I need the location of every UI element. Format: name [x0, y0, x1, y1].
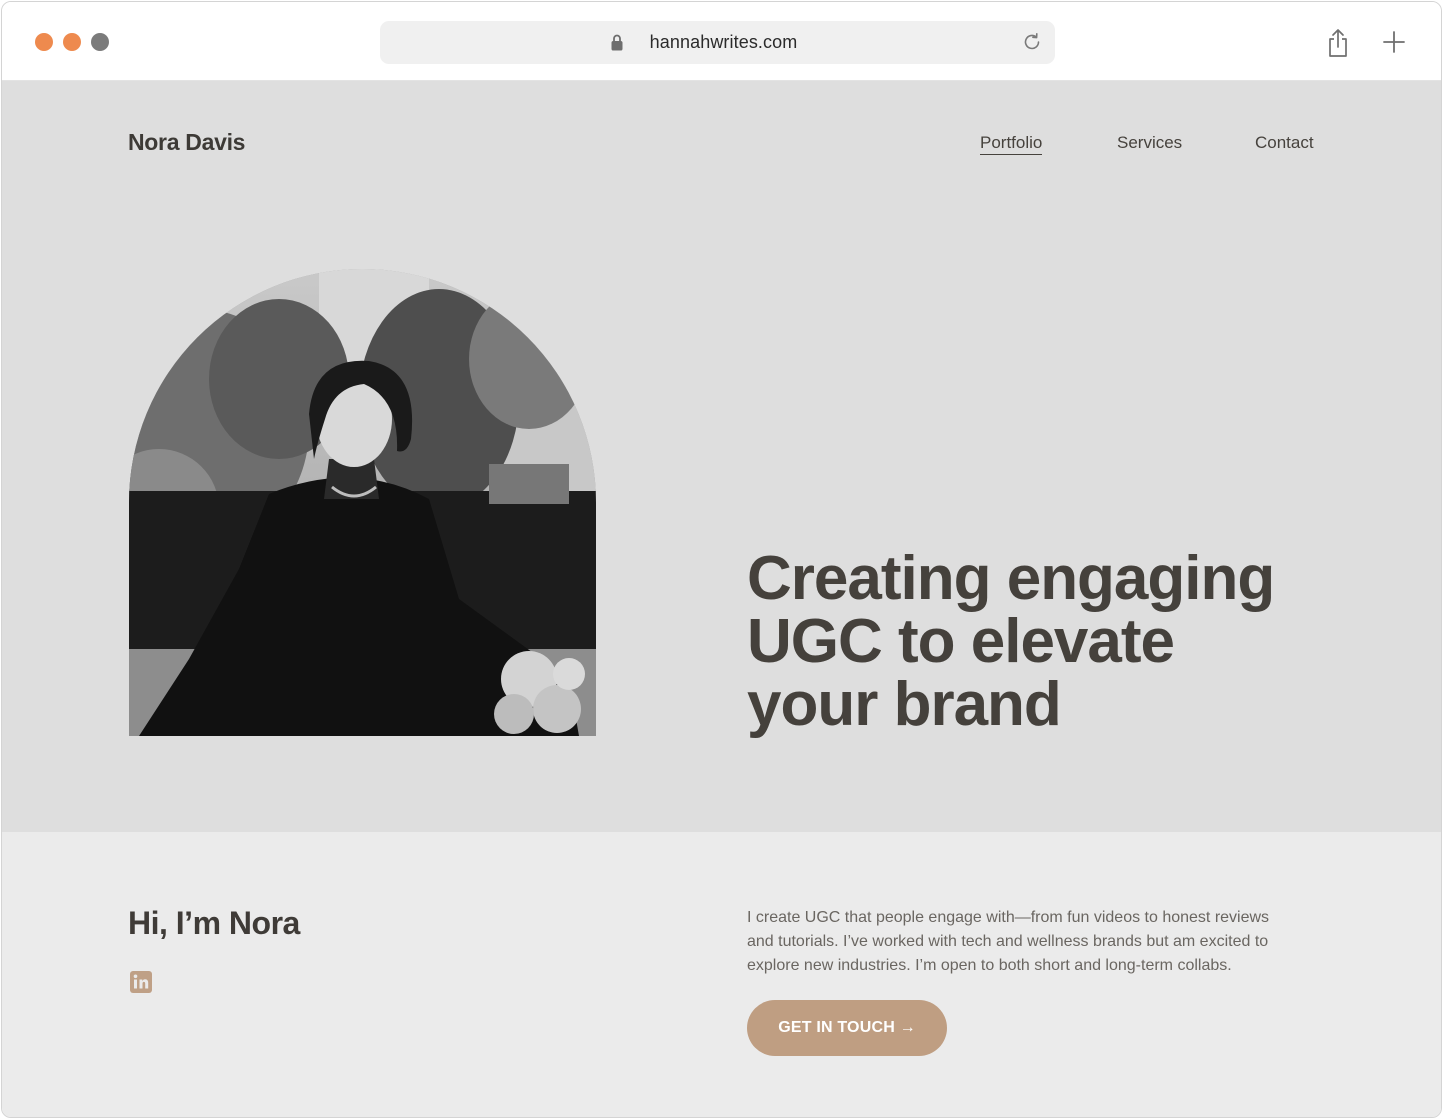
intro-description-line: I create UGC that people engage with—fro… — [747, 909, 1270, 926]
share-icon[interactable] — [1326, 28, 1350, 58]
address-bar[interactable]: hannahwrites.com — [380, 21, 1055, 64]
browser-window: hannahwrites.com Nora Davis Portfolio Se… — [1, 1, 1442, 1118]
hero-headline-line: UGC to elevate — [747, 607, 1175, 676]
hero-section: Nora Davis Portfolio Services Contact Cr… — [2, 81, 1441, 832]
minimize-window-button[interactable] — [63, 33, 81, 51]
lock-icon — [611, 34, 623, 51]
url-text: hannahwrites.com — [649, 32, 798, 52]
close-window-button[interactable] — [35, 33, 53, 51]
browser-toolbar: hannahwrites.com — [2, 2, 1441, 81]
plus-icon[interactable] — [1383, 31, 1405, 53]
site-logo[interactable]: Nora Davis — [128, 129, 245, 156]
intro-title: Hi, I’m Nora — [128, 905, 300, 941]
nav-link-services[interactable]: Services — [1117, 133, 1182, 153]
intro-description: I create UGC that people engage with—fro… — [747, 906, 1327, 978]
hero-headline-line: Creating engaging — [747, 544, 1275, 613]
linkedin-icon[interactable] — [130, 971, 152, 993]
hero-headline: Creating engaging UGC to elevate your br… — [747, 547, 1347, 736]
nav-link-contact[interactable]: Contact — [1255, 133, 1314, 153]
hero-headline-line: your brand — [747, 670, 1062, 739]
hero-portrait-image — [129, 269, 596, 736]
intro-section: Hi, I’m Nora I create UGC that people en… — [2, 832, 1441, 1117]
reload-icon[interactable] — [1021, 31, 1043, 53]
zoom-window-button[interactable] — [91, 33, 109, 51]
intro-description-line: and tutorials. I’ve worked with tech and… — [747, 933, 1269, 950]
get-in-touch-button[interactable]: GET IN TOUCH → — [747, 1000, 947, 1056]
intro-description-line: explore new industries. I’m open to both… — [747, 957, 1232, 974]
nav-link-portfolio[interactable]: Portfolio — [980, 133, 1043, 155]
window-controls — [35, 33, 109, 51]
